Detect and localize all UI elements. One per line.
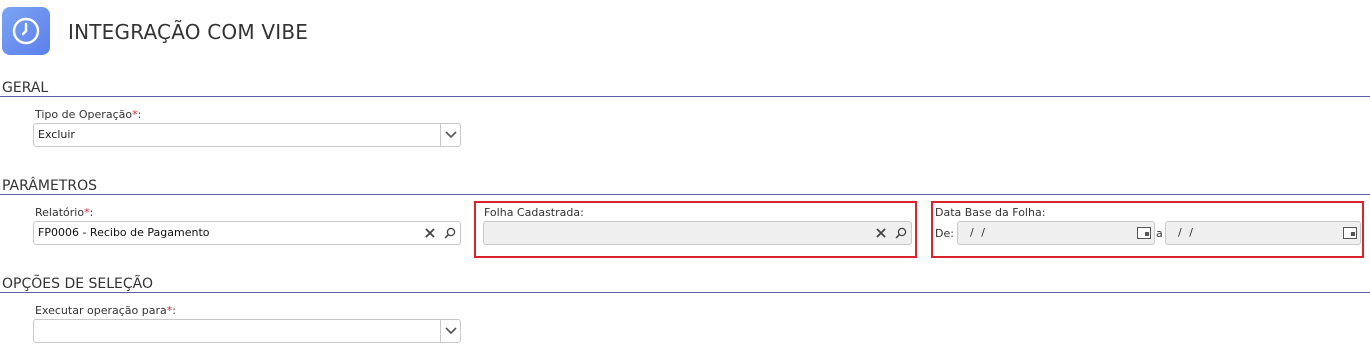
chevron-down-icon[interactable]: [440, 320, 460, 342]
tipo-operacao-label: Tipo de Operação*:: [35, 108, 141, 121]
relatorio-label-text: Relatório: [35, 206, 85, 219]
relatorio-value: FP0006 - Recibo de Pagamento: [38, 226, 210, 239]
label-suffix: :: [89, 206, 94, 219]
clock-icon: [12, 17, 40, 45]
folha-cadastrada-input[interactable]: [483, 221, 912, 245]
date-to-value: / /: [1178, 226, 1195, 239]
date-to-input[interactable]: / /: [1165, 221, 1361, 245]
executar-para-select[interactable]: [33, 319, 461, 343]
section-title-parametros: PARÂMETROS: [2, 178, 97, 194]
section-title-geral: GERAL: [2, 80, 49, 96]
relatorio-label: Relatório*:: [35, 206, 93, 219]
clear-icon[interactable]: [871, 222, 891, 244]
section-divider-opcoes: [0, 292, 1370, 293]
date-from-value: / /: [970, 226, 987, 239]
label-suffix: :: [172, 304, 176, 317]
data-base-folha-label: Data Base da Folha:: [935, 206, 1046, 219]
date-from-input[interactable]: / /: [957, 221, 1155, 245]
chevron-down-icon[interactable]: [440, 124, 460, 146]
calendar-icon[interactable]: [1136, 225, 1152, 241]
clear-icon[interactable]: [420, 222, 440, 244]
section-divider-parametros: [0, 194, 1370, 195]
executar-para-label-text: Executar operação para: [35, 304, 167, 317]
calendar-icon[interactable]: [1342, 225, 1358, 241]
app-icon: [2, 7, 50, 55]
page-title: INTEGRAÇÃO COM VIBE: [68, 20, 309, 44]
executar-para-label: Executar operação para*:: [35, 304, 176, 317]
section-divider-geral: [0, 96, 1370, 97]
tipo-operacao-label-text: Tipo de Operação: [35, 108, 133, 121]
search-icon[interactable]: [440, 222, 460, 244]
folha-cadastrada-label: Folha Cadastrada:: [484, 206, 584, 219]
tipo-operacao-select[interactable]: Excluir: [33, 123, 461, 147]
date-from-label: De:: [935, 227, 954, 240]
relatorio-input[interactable]: FP0006 - Recibo de Pagamento: [33, 221, 461, 245]
label-suffix: :: [137, 108, 142, 121]
date-to-label: a: [1156, 227, 1163, 240]
section-title-opcoes: OPÇÕES DE SELEÇÃO: [2, 276, 154, 292]
search-icon[interactable]: [891, 222, 911, 244]
tipo-operacao-value: Excluir: [38, 128, 75, 141]
